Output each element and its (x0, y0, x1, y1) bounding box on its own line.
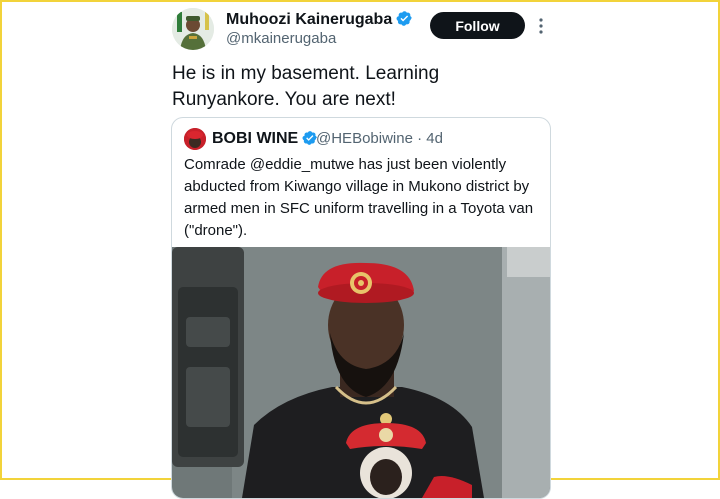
author-avatar[interactable] (172, 8, 214, 50)
quoted-timestamp: 4d (426, 130, 443, 147)
quoted-tweet-card[interactable]: BOBI WINE @HEBobiwine · 4d Comrade @eddi… (171, 117, 551, 499)
author-name[interactable]: Muhoozi Kainerugaba (226, 10, 413, 29)
quoted-author-name-text: BOBI WINE (212, 130, 299, 147)
quoted-author-name: BOBI WINE (212, 130, 318, 148)
tweet-text: He is in my basement. Learning Runyankor… (172, 63, 440, 110)
quoted-author-avatar (184, 128, 206, 150)
more-vertical-icon[interactable] (536, 16, 546, 36)
quoted-meta: @HEBobiwine · 4d (316, 130, 443, 147)
quoted-author-handle: @HEBobiwine (316, 130, 413, 147)
quoted-tweet-photo[interactable] (172, 247, 550, 498)
author-handle[interactable]: @mkainerugaba (226, 30, 336, 47)
author-name-text[interactable]: Muhoozi Kainerugaba (226, 11, 392, 28)
quoted-tweet-text: Comrade @eddie_mutwe has just been viole… (184, 156, 534, 239)
meta-separator: · (417, 130, 423, 147)
verified-badge-icon (396, 11, 412, 26)
follow-button[interactable]: Follow (430, 12, 525, 39)
